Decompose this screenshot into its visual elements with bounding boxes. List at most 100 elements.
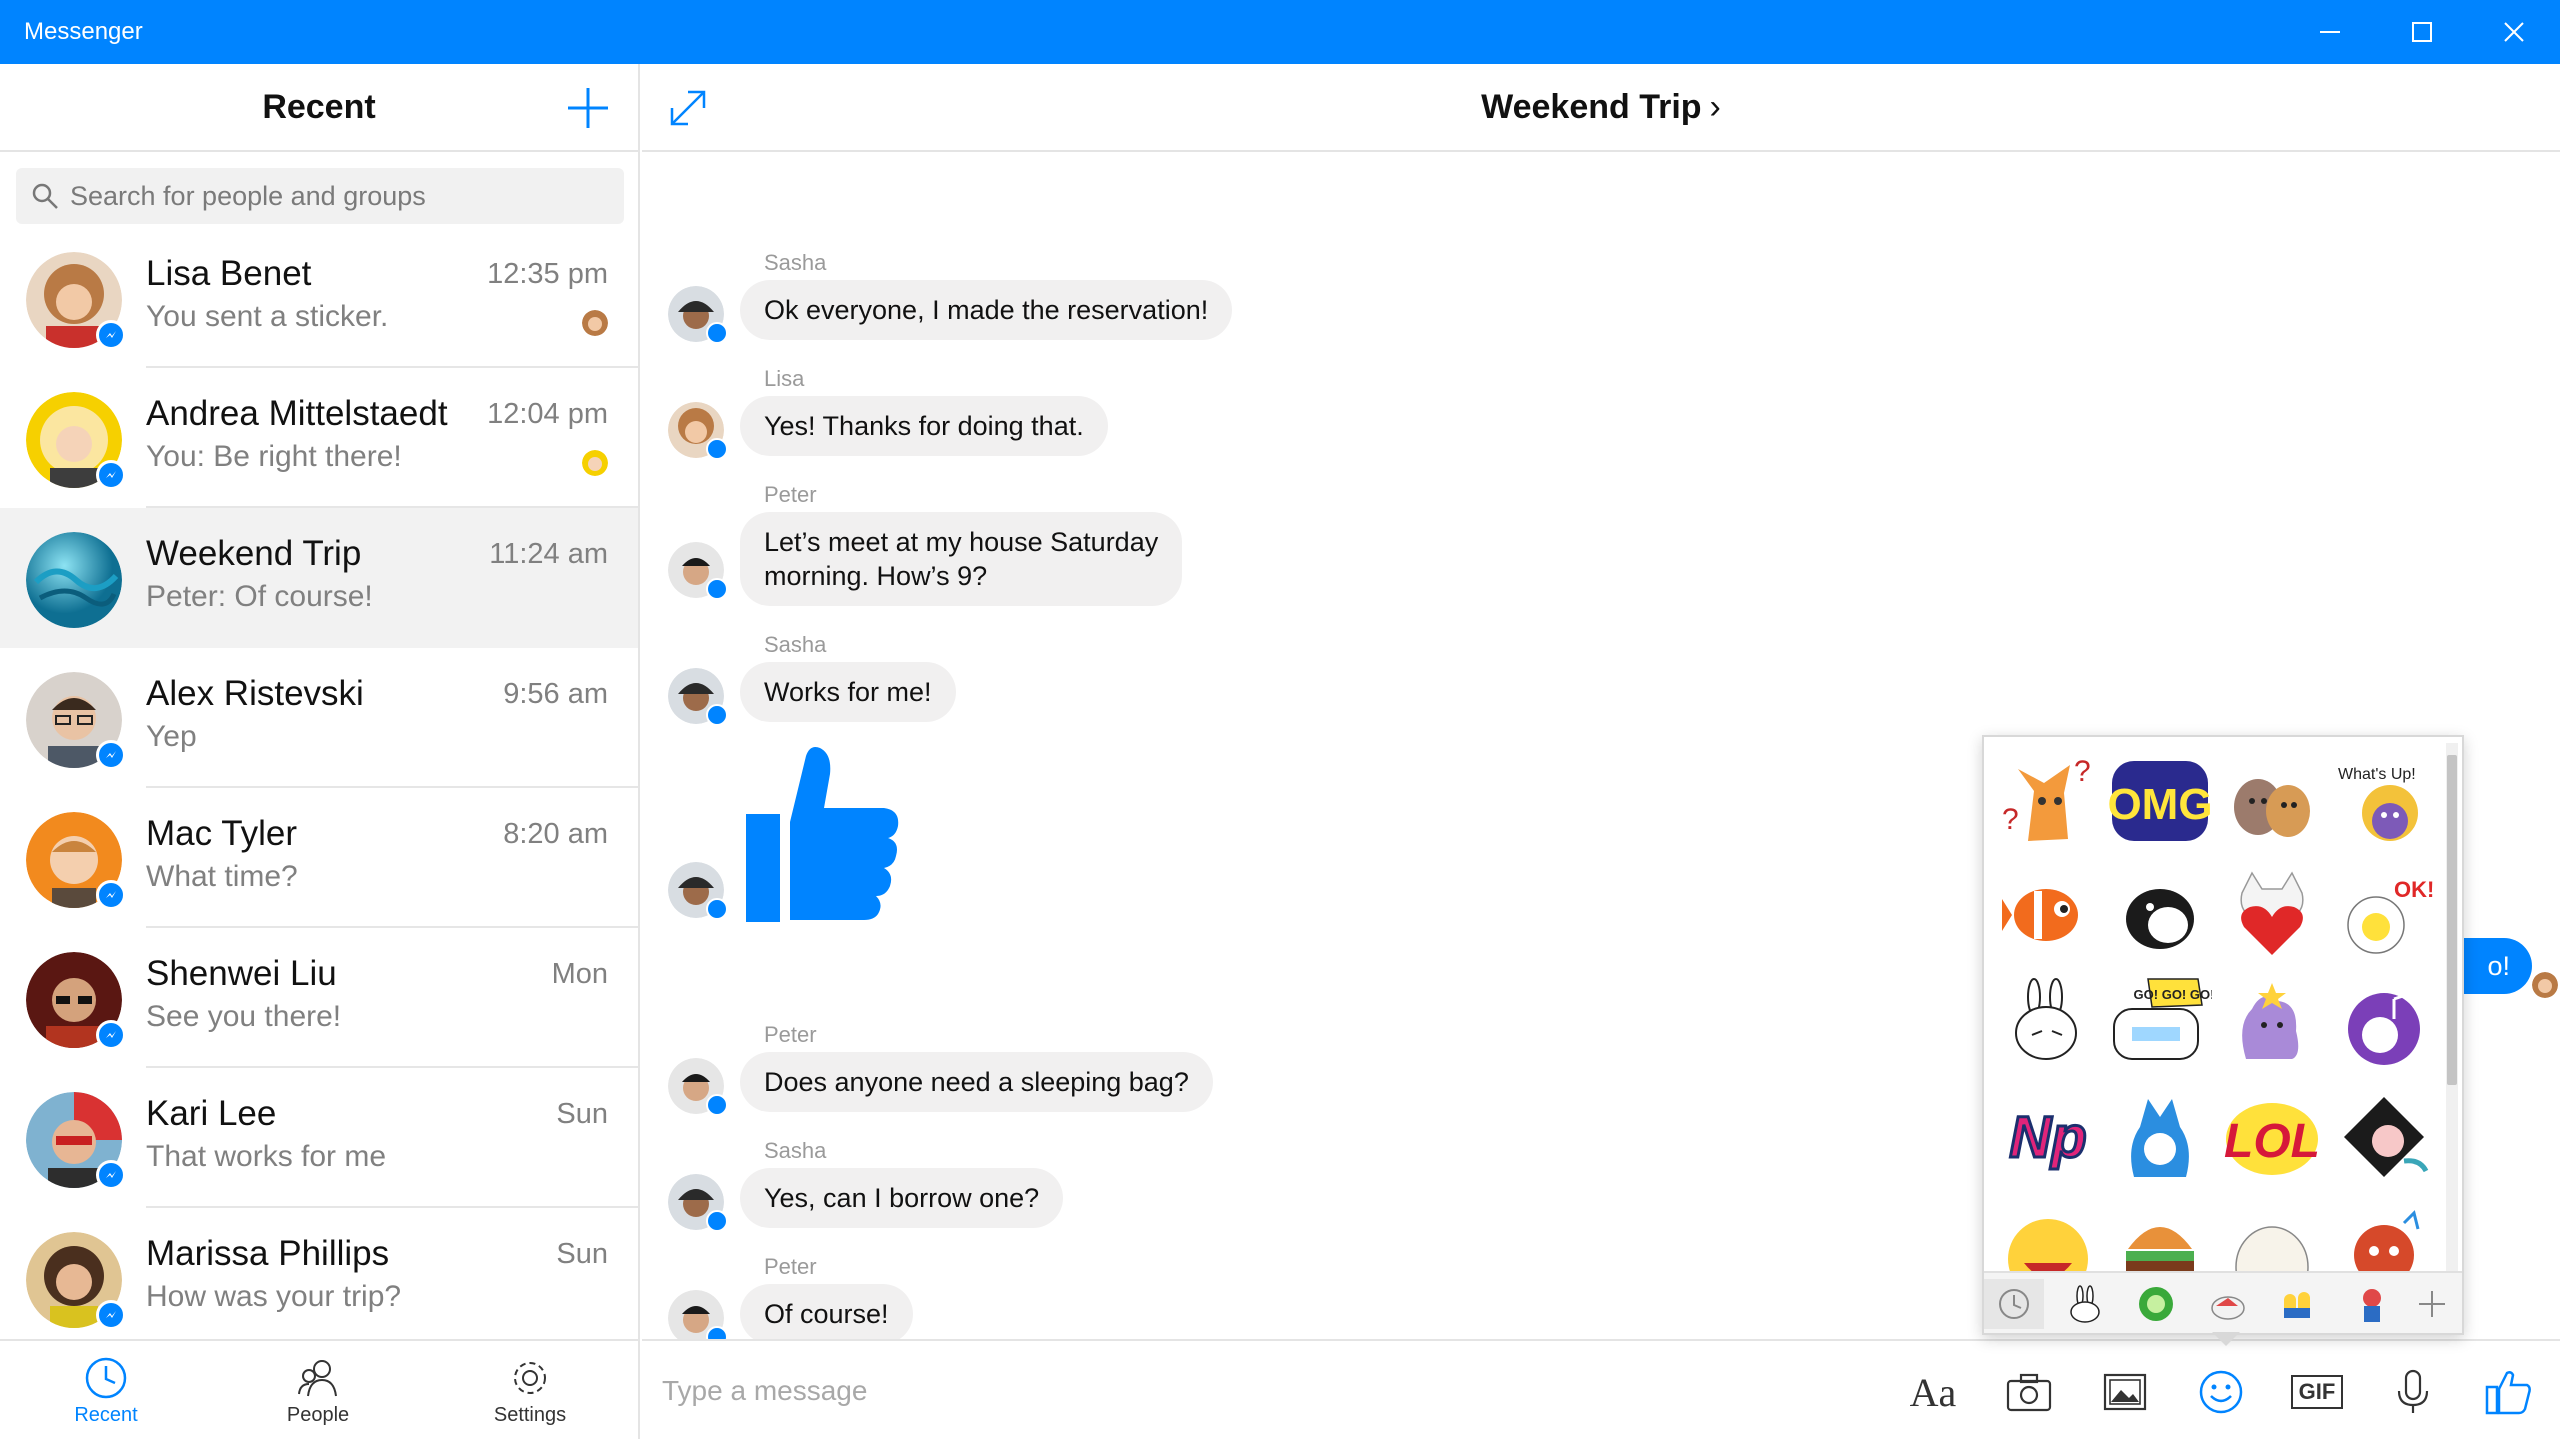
conversation-item[interactable]: Alex Ristevski Yep 9:56 am: [0, 648, 638, 788]
messenger-badge-icon: [96, 740, 126, 770]
gif-icon: GIF: [2290, 1375, 2344, 1409]
sticker-music-icon[interactable]: [2332, 973, 2436, 1077]
conversation-time: 12:35 pm: [487, 258, 608, 290]
close-button[interactable]: [2468, 0, 2560, 64]
gear-icon: [514, 1361, 546, 1394]
maximize-button[interactable]: [2376, 0, 2468, 64]
sticker-blue-bag-icon[interactable]: [2108, 1085, 2212, 1189]
conversation-time: Sun: [556, 1098, 608, 1130]
messenger-badge-icon: [96, 1300, 126, 1330]
conversation-preview: How was your trip?: [146, 1280, 402, 1313]
text-format-button[interactable]: Aa: [1904, 1363, 1962, 1421]
sticker-fox-icon[interactable]: ??: [1996, 749, 2100, 853]
svg-text:?: ?: [2074, 755, 2091, 788]
message-sender: Peter: [764, 482, 817, 507]
camera-button[interactable]: [2000, 1363, 2058, 1421]
nav-people[interactable]: People: [212, 1341, 424, 1441]
svg-text:?: ?: [2002, 803, 2019, 836]
sticker-pack-tabs: [1984, 1271, 2462, 1333]
message-bubble[interactable]: Yes! Thanks for doing that.: [740, 396, 1108, 456]
sticker-whats-up[interactable]: What's Up!: [2332, 749, 2436, 853]
character-pack-icon: [2363, 1289, 2381, 1322]
camera-icon: [2006, 1373, 2052, 1412]
sticker-omg[interactable]: OMG: [2108, 749, 2212, 853]
sticker-np[interactable]: Np: [1996, 1085, 2100, 1189]
conversation-item[interactable]: Andrea Mittelstaedt You: Be right there!…: [0, 368, 638, 508]
gif-button[interactable]: GIF: [2288, 1363, 2346, 1421]
message-bubble[interactable]: Does anyone need a sleeping bag?: [740, 1052, 1213, 1112]
message-input[interactable]: [662, 1369, 1762, 1413]
thumbs-up-icon: [2485, 1371, 2531, 1415]
search-input[interactable]: [70, 180, 610, 212]
messenger-badge-icon: [96, 1020, 126, 1050]
sender-avatar: [668, 1058, 728, 1116]
message-bubble[interactable]: Let’s meet at my house Saturday morning.…: [740, 512, 1183, 606]
sticker-bunny-icon[interactable]: [1996, 973, 2100, 1077]
plus-icon: [2419, 1291, 2445, 1317]
message-bubble[interactable]: Works for me!: [740, 662, 956, 722]
scrollbar-thumb[interactable]: [2447, 755, 2457, 1085]
sticker-ok[interactable]: OK!!: [2332, 861, 2436, 965]
sticker-tab-green[interactable]: [2126, 1279, 2186, 1329]
conversation-time: Sun: [556, 1238, 608, 1270]
sender-avatar: [668, 668, 728, 726]
sticker-store-button[interactable]: [2402, 1279, 2462, 1329]
sticker-fish-icon[interactable]: [1996, 861, 2100, 965]
message-sender: Lisa: [764, 366, 805, 391]
composer: Aa GIF: [642, 1339, 2560, 1439]
conversation-item[interactable]: Lisa Benet You sent a sticker. 12:35 pm: [0, 228, 638, 368]
sticker-tab-bird[interactable]: [2198, 1279, 2258, 1329]
sender-avatar: [668, 862, 728, 920]
conversation-item[interactable]: Shenwei Liu See you there! Mon: [0, 928, 638, 1068]
conversation-item[interactable]: Marissa Phillips How was your trip? Sun: [0, 1208, 638, 1348]
conversation-time: Mon: [551, 958, 608, 990]
svg-text:OMG: OMG: [2108, 780, 2212, 829]
sticker-dogs-icon[interactable]: [2220, 749, 2324, 853]
smiley-icon: [2199, 1370, 2243, 1414]
chevron-right-icon[interactable]: ›: [1710, 88, 1721, 127]
conversation-item[interactable]: Mac Tyler What time? 8:20 am: [0, 788, 638, 928]
picker-pointer: [2212, 1332, 2240, 1346]
conversation-item-selected[interactable]: Weekend Trip Peter: Of course! 11:24 am: [0, 508, 638, 648]
like-button[interactable]: [2480, 1363, 2538, 1421]
search-box[interactable]: [16, 168, 624, 224]
svg-text:LOL: LOL: [2224, 1115, 2320, 1168]
image-button[interactable]: [2096, 1363, 2154, 1421]
sticker-heart-cat-icon[interactable]: [2220, 861, 2324, 965]
thumbs-up-sticker-icon[interactable]: [744, 744, 904, 924]
messenger-badge-icon: [96, 320, 126, 350]
sticker-tab-recent[interactable]: [1984, 1279, 2044, 1329]
expand-button[interactable]: [662, 82, 714, 134]
conversation-item[interactable]: Kari Lee That works for me Sun: [0, 1068, 638, 1208]
nav-settings[interactable]: Settings: [424, 1341, 636, 1441]
microphone-button[interactable]: [2384, 1363, 2442, 1421]
sticker-tab-character[interactable]: [2342, 1279, 2402, 1329]
message-sender: Sasha: [764, 1138, 827, 1163]
sticker-tab-minions[interactable]: [2270, 1279, 2330, 1329]
sticker-lumpy-icon[interactable]: [2220, 973, 2324, 1077]
chat-title[interactable]: Weekend Trip: [1481, 88, 1701, 127]
conversation-preview: What time?: [146, 860, 298, 893]
minimize-button[interactable]: [2284, 0, 2376, 64]
conversation-name: Kari Lee: [146, 1094, 277, 1133]
sticker-tab-bunny[interactable]: [2054, 1279, 2114, 1329]
sticker-penguin-icon[interactable]: [2108, 861, 2212, 965]
bottom-nav: Recent People Settings: [0, 1339, 638, 1439]
text-format-icon: Aa: [1909, 1369, 1957, 1415]
sticker-girl-icon[interactable]: [2332, 1085, 2436, 1189]
message-bubble[interactable]: Yes, can I borrow one?: [740, 1168, 1064, 1228]
sticker-button[interactable]: [2192, 1363, 2250, 1421]
search-icon: [30, 181, 60, 211]
sticker-go-go-go[interactable]: GO! GO! GO!: [2108, 973, 2212, 1077]
conversation-preview: You: Be right there!: [146, 440, 402, 473]
sticker-lol[interactable]: LOL: [2220, 1085, 2324, 1189]
sticker-scrollbar[interactable]: [2446, 743, 2458, 1273]
message-bubble[interactable]: Of course!: [740, 1284, 913, 1344]
conversation-time: 11:24 am: [489, 538, 608, 570]
message-bubble[interactable]: Ok everyone, I made the reservation!: [740, 280, 1233, 340]
close-icon: [2504, 22, 2524, 42]
nav-recent[interactable]: Recent: [0, 1341, 212, 1441]
new-message-button[interactable]: [562, 82, 614, 134]
conversation-list: Lisa Benet You sent a sticker. 12:35 pm …: [0, 228, 638, 1348]
clock-icon: [85, 1357, 127, 1398]
